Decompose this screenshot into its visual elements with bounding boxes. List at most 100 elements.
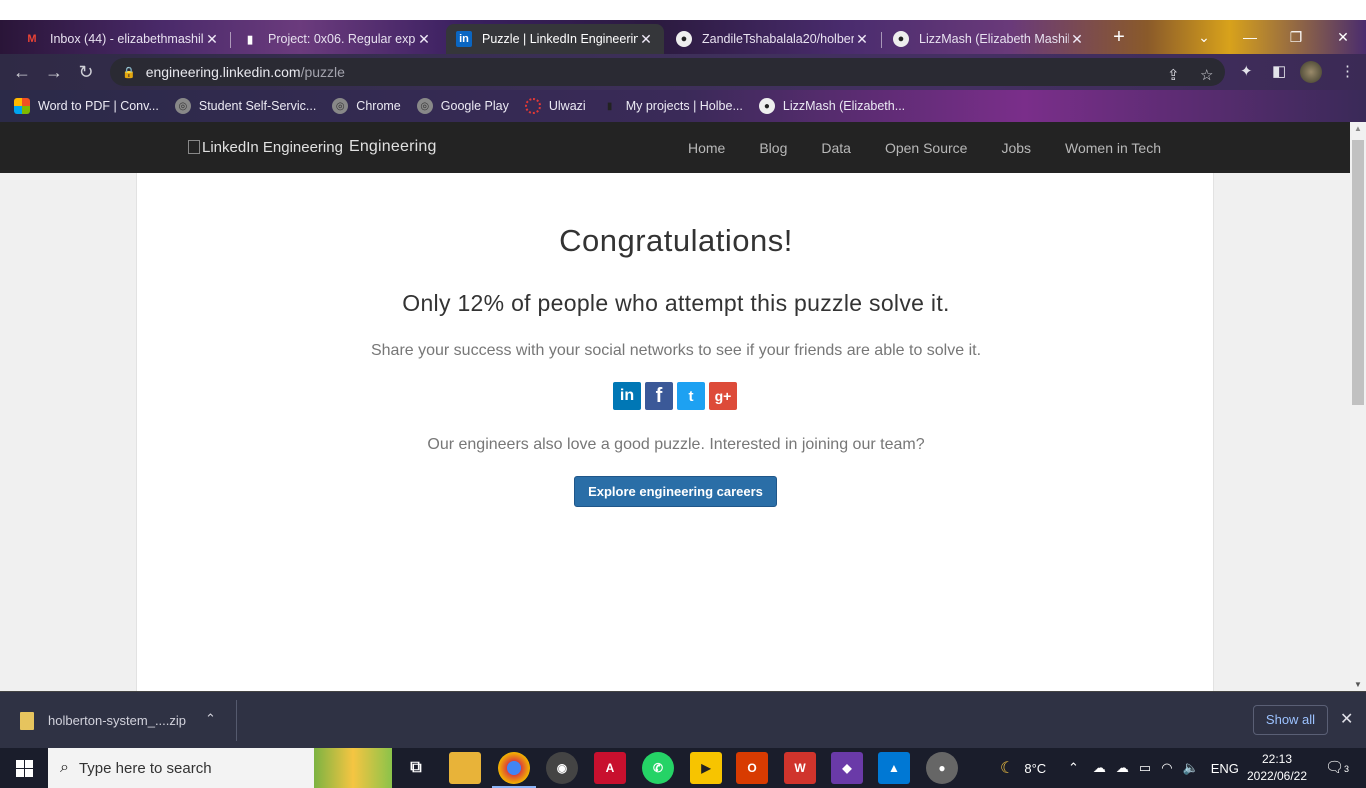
zip-file-icon: [20, 711, 34, 730]
bookmark-my-projects[interactable]: ▮ My projects | Holbe...: [602, 98, 743, 114]
side-panel-icon[interactable]: ◧: [1272, 62, 1286, 80]
page-scrollbar[interactable]: ▲ ▼: [1350, 122, 1366, 691]
clock-time: 22:13: [1261, 752, 1293, 766]
holberton-icon: ▮: [246, 33, 254, 46]
office-icon[interactable]: O: [736, 752, 768, 784]
paint-icon[interactable]: ●: [926, 752, 958, 784]
taskbar-search[interactable]: ⌕ Type here to search: [48, 748, 392, 788]
tab-github-lizzmash[interactable]: ● LizzMash (Elizabeth Mashilo) ✕: [883, 24, 1095, 54]
wps-icon[interactable]: W: [784, 752, 816, 784]
nav-blog[interactable]: Blog: [759, 140, 787, 156]
acrobat-icon[interactable]: A: [594, 752, 626, 784]
holberton-icon: ▮: [606, 100, 613, 112]
nav-data[interactable]: Data: [821, 140, 851, 156]
bookmark-chrome[interactable]: ◎ Chrome: [332, 98, 401, 114]
extensions-icon[interactable]: ✦: [1240, 62, 1253, 80]
volume-icon[interactable]: 🔈: [1183, 760, 1199, 776]
close-tab-icon[interactable]: ✕: [854, 31, 870, 48]
scrollbar-thumb[interactable]: [1352, 140, 1364, 405]
forward-button[interactable]: →: [40, 58, 68, 86]
reload-button[interactable]: ↻: [72, 58, 100, 86]
menu-icon[interactable]: ⋮: [1340, 62, 1355, 80]
top-strip: [0, 0, 1366, 20]
minimize-button[interactable]: —: [1227, 20, 1273, 54]
onedrive-icon[interactable]: ☁: [1093, 760, 1106, 776]
new-tab-button[interactable]: +: [1106, 24, 1132, 50]
share-icon[interactable]: ⇪: [1167, 66, 1180, 84]
ulwazi-icon: [524, 98, 541, 114]
app-icon[interactable]: ◆: [831, 752, 863, 784]
tab-github-zandile[interactable]: ● ZandileTshabalala20/holbert ✕: [666, 24, 880, 54]
tab-bar: M Inbox (44) - elizabethmashilo ✕ ▮ Proj…: [0, 20, 1366, 54]
clock[interactable]: 22:13 2022/06/22: [1244, 751, 1310, 785]
nav-jobs[interactable]: Jobs: [1001, 140, 1031, 156]
tab-search-button[interactable]: ⌄: [1181, 20, 1227, 54]
whatsapp-icon[interactable]: ✆: [642, 752, 674, 784]
system-tray: ⌃ ☁ ☁ ▭ ◠ 🔈 ENG: [1068, 748, 1239, 788]
chevron-up-icon[interactable]: ⌃: [1068, 760, 1079, 776]
facebook-share-icon[interactable]: f: [645, 382, 673, 410]
start-button[interactable]: [0, 748, 48, 788]
chrome-icon[interactable]: [498, 752, 530, 784]
site-logo[interactable]: LinkedIn Engineering Engineering: [188, 138, 437, 156]
weather-widget[interactable]: ☾ 8°C: [1000, 748, 1046, 788]
photos-icon[interactable]: ▲: [878, 752, 910, 784]
bookmark-google-play[interactable]: ◎ Google Play: [416, 98, 509, 114]
close-tab-icon[interactable]: ✕: [416, 31, 432, 48]
nav-women-in-tech[interactable]: Women in Tech: [1065, 140, 1161, 156]
notifications-icon[interactable]: 🗨3: [1325, 758, 1349, 776]
googleplus-share-icon[interactable]: g+: [709, 382, 737, 410]
task-view-icon[interactable]: ⧉: [400, 752, 432, 784]
battery-icon[interactable]: ▭: [1139, 760, 1151, 776]
bookmark-ulwazi[interactable]: Ulwazi: [524, 98, 586, 114]
back-button[interactable]: ←: [8, 58, 36, 86]
content-card: Congratulations! Only 12% of people who …: [136, 173, 1214, 691]
file-explorer-icon[interactable]: [449, 752, 481, 784]
globe-icon: ◎: [416, 98, 433, 114]
engineers-text: Our engineers also love a good puzzle. I…: [427, 436, 925, 453]
restore-button[interactable]: ❐: [1273, 20, 1319, 54]
language-indicator[interactable]: ENG: [1211, 761, 1239, 776]
bookmark-lizzmash[interactable]: ● LizzMash (Elizabeth...: [758, 98, 905, 114]
bookmark-star-icon[interactable]: ☆: [1200, 66, 1213, 84]
bookmark-label: Google Play: [440, 99, 509, 113]
site-nav: Home Blog Data Open Source Jobs Women in…: [654, 122, 1161, 173]
nav-home[interactable]: Home: [688, 140, 725, 156]
tab-holberton-project[interactable]: ▮ Project: 0x06. Regular expres ✕: [232, 24, 442, 54]
close-window-button[interactable]: ✕: [1320, 20, 1366, 54]
chevron-up-icon[interactable]: ⌃: [205, 711, 216, 727]
scroll-up-arrow[interactable]: ▲: [1354, 124, 1362, 133]
media-player-icon[interactable]: ◉: [546, 752, 578, 784]
wifi-icon[interactable]: ◠: [1161, 760, 1172, 776]
address-bar[interactable]: 🔒 engineering.linkedin.com/puzzle ⇪ ☆: [110, 58, 1225, 86]
linkedin-share-icon[interactable]: in: [613, 382, 641, 410]
taskbar: ⌕ Type here to search ⧉ ◉ A ✆ ▶ O W ◆ ▲ …: [0, 748, 1366, 788]
scroll-down-arrow[interactable]: ▼: [1354, 680, 1362, 689]
tab-separator: [881, 32, 882, 48]
close-downloads-icon[interactable]: ✕: [1340, 709, 1353, 729]
share-text: Share your success with your social netw…: [370, 342, 982, 359]
bookmark-label: Chrome: [356, 99, 401, 113]
player-icon[interactable]: ▶: [690, 752, 722, 784]
download-item[interactable]: holberton-system_....zip: [20, 692, 186, 749]
nav-open-source[interactable]: Open Source: [885, 140, 968, 156]
twitter-share-icon[interactable]: t: [677, 382, 705, 410]
url-host: engineering.linkedin.com: [145, 64, 301, 80]
explore-careers-button[interactable]: Explore engineering careers: [574, 476, 777, 507]
show-all-button[interactable]: Show all: [1253, 705, 1328, 735]
bookmark-label: Word to PDF | Conv...: [38, 99, 159, 113]
close-tab-icon[interactable]: ✕: [1069, 31, 1085, 48]
github-icon: ●: [676, 31, 692, 47]
moon-icon: ☾: [1000, 760, 1015, 777]
bookmark-student-self-service[interactable]: ◎ Student Self-Servic...: [174, 98, 316, 114]
cloud-icon[interactable]: ☁: [1116, 760, 1129, 776]
close-tab-icon[interactable]: ✕: [204, 31, 220, 48]
close-tab-icon[interactable]: ✕: [638, 31, 654, 48]
bookmark-word-to-pdf[interactable]: Word to PDF | Conv...: [14, 98, 159, 114]
search-placeholder: Type here to search: [78, 759, 212, 777]
tab-linkedin-puzzle[interactable]: in Puzzle | LinkedIn Engineering ✕: [446, 24, 664, 54]
tab-gmail[interactable]: M Inbox (44) - elizabethmashilo ✕: [14, 24, 230, 54]
divider: [236, 700, 237, 741]
profile-avatar[interactable]: [1300, 61, 1322, 83]
github-icon: ●: [893, 31, 909, 47]
